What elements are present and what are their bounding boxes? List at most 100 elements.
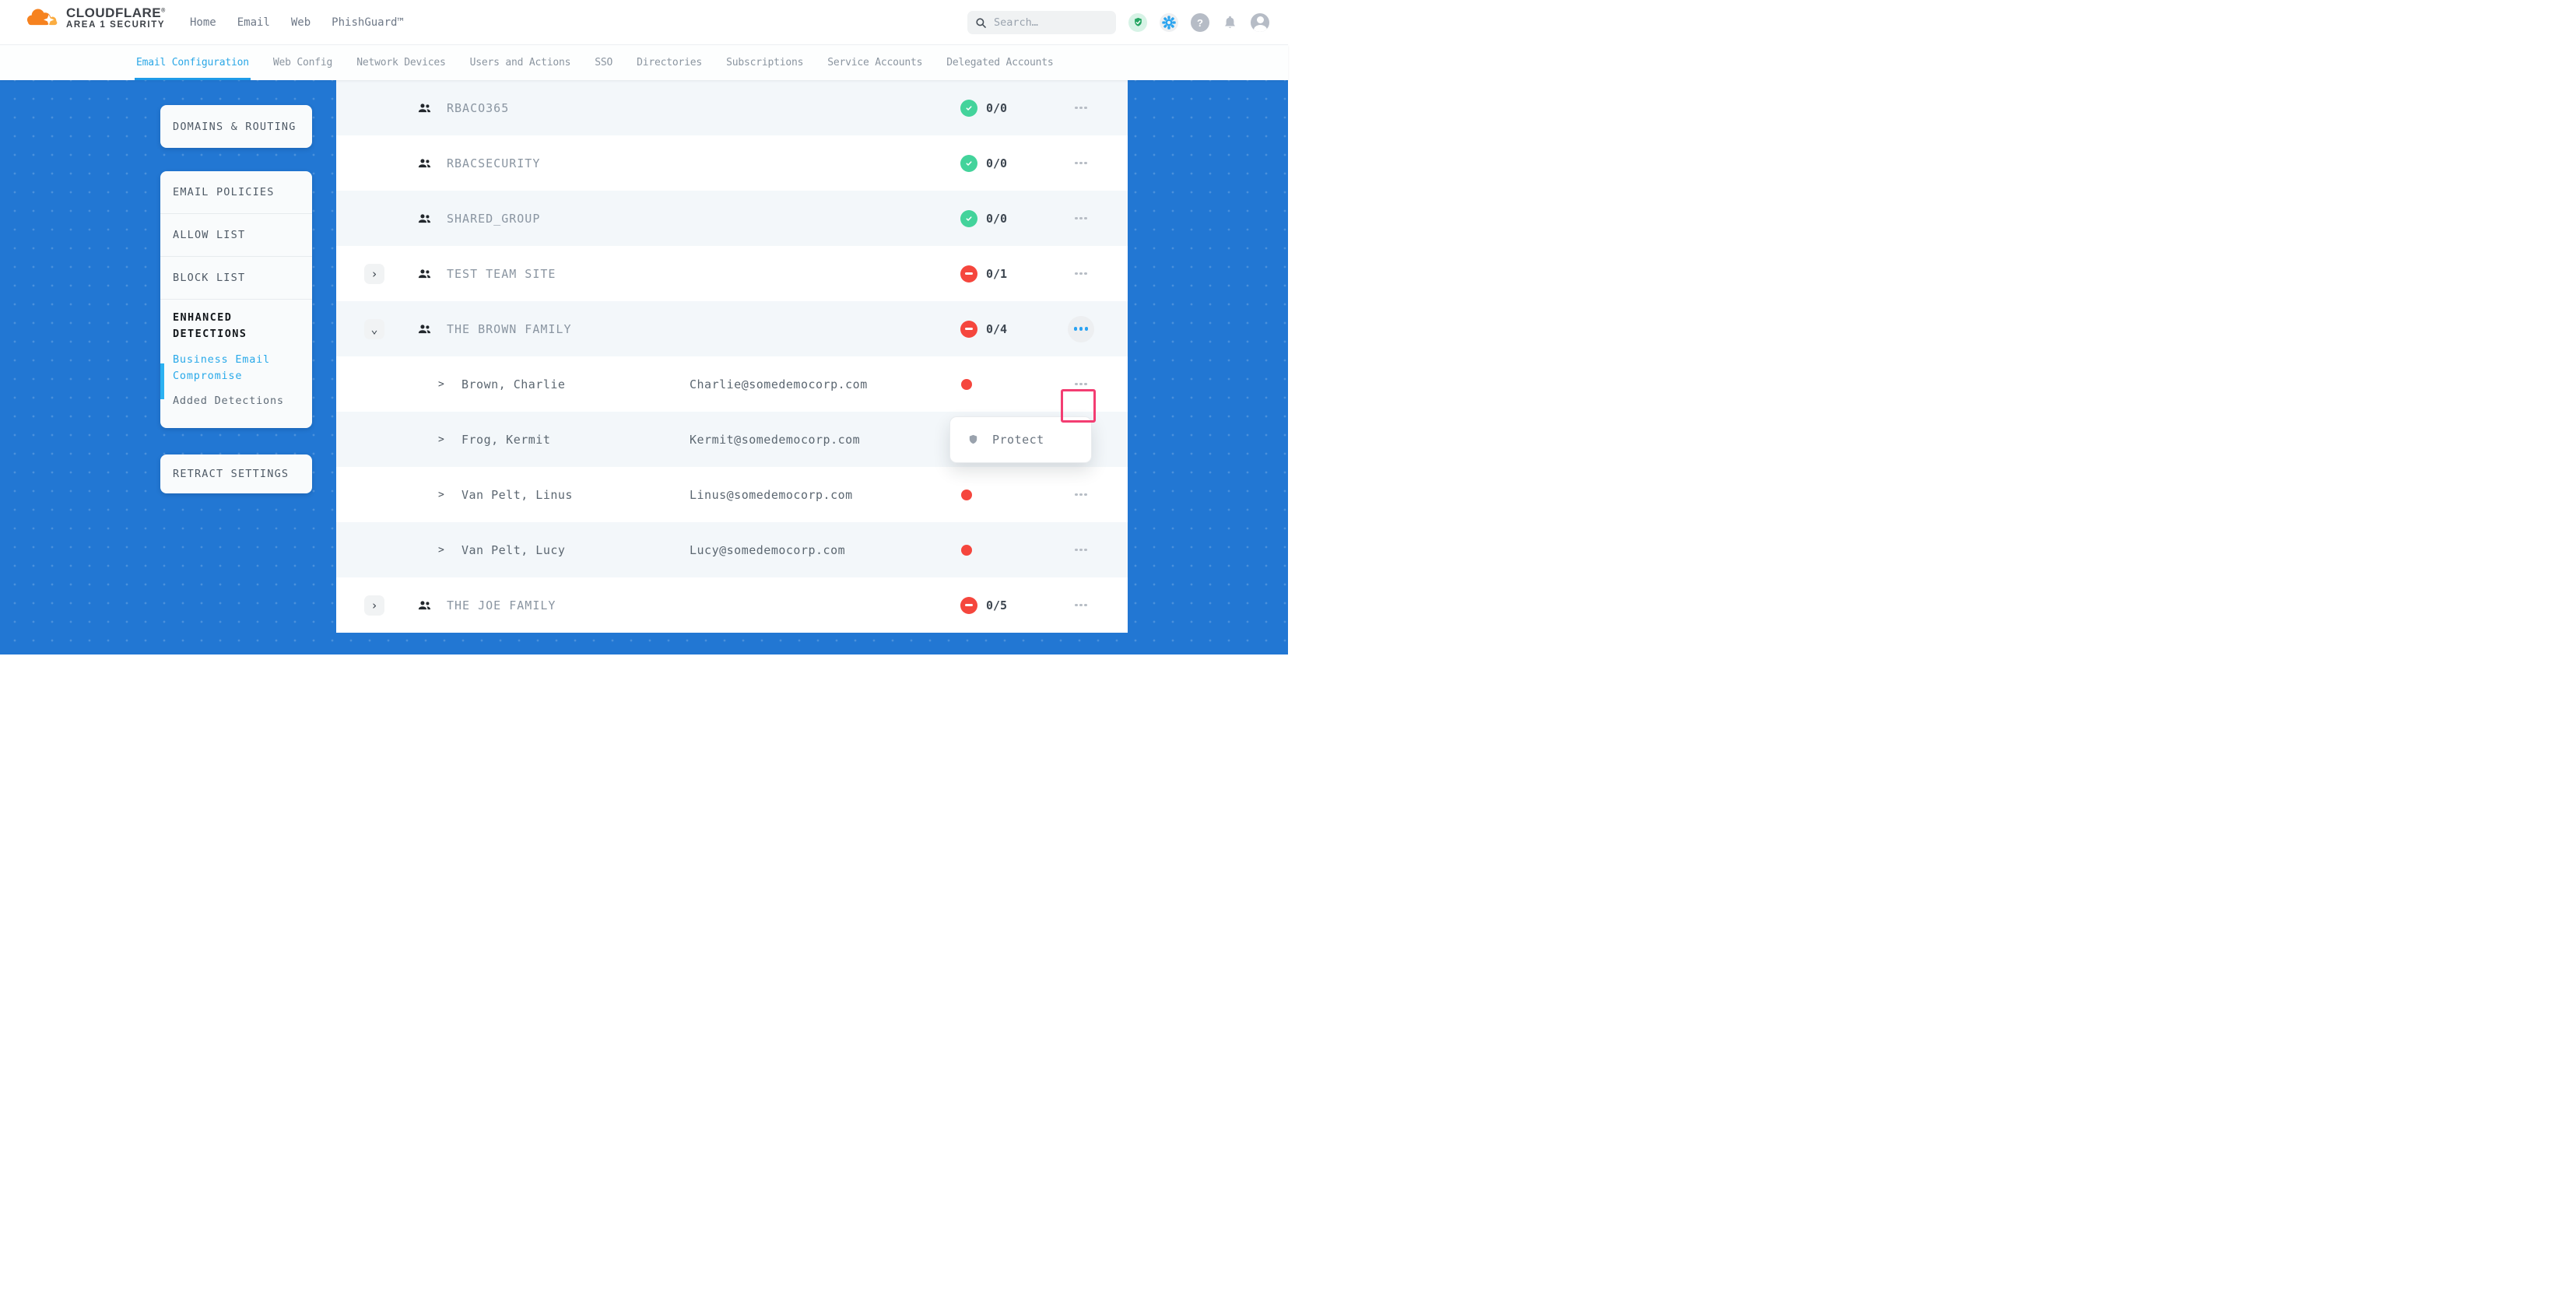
member-name: Van Pelt, Lucy xyxy=(462,543,565,557)
status-count: 0/0 xyxy=(986,101,1007,115)
shield-icon xyxy=(967,433,979,447)
config-tabbar: Email Configuration Web Config Network D… xyxy=(0,45,1288,80)
sidebar-card-policies: EMAIL POLICIES ALLOW LIST BLOCK LIST ENH… xyxy=(160,171,312,428)
row-menu-button[interactable] xyxy=(1068,150,1094,177)
search-input[interactable] xyxy=(994,16,1103,29)
group-icon xyxy=(418,268,431,279)
tab-subscriptions[interactable]: Subscriptions xyxy=(726,45,803,80)
nav-email[interactable]: Email xyxy=(237,16,270,29)
member-chevron[interactable]: > xyxy=(438,378,444,390)
sidebar-card-domains-routing[interactable]: DOMAINS & ROUTING xyxy=(160,105,312,148)
status-dot xyxy=(961,379,972,390)
group-name: SHARED_GROUP xyxy=(447,212,540,226)
member-name: Van Pelt, Linus xyxy=(462,488,573,502)
sidebar-item-added-detections[interactable]: Added Detections xyxy=(173,393,301,409)
top-header: CLOUDFLARE® AREA 1 SECURITY Home Email W… xyxy=(0,0,1288,45)
status-count: 0/0 xyxy=(986,212,1007,226)
tab-network-devices[interactable]: Network Devices xyxy=(356,45,445,80)
group-name: RBACO365 xyxy=(447,101,509,115)
cloudflare-cloud-icon xyxy=(26,5,63,31)
tab-directories[interactable]: Directories xyxy=(637,45,702,80)
table-row[interactable]: › THE JOE FAMILY 0/5 xyxy=(336,577,1128,633)
status-badge-ok xyxy=(960,100,977,117)
sidebar-item-retract-settings[interactable]: RETRACT SETTINGS xyxy=(160,468,289,480)
expand-button[interactable]: › xyxy=(364,264,384,284)
sidebar-item-enhanced-detections[interactable]: ENHANCED DETECTIONS xyxy=(173,310,274,342)
status-count: 0/0 xyxy=(986,156,1007,170)
cloudflare-logo: CLOUDFLARE® AREA 1 SECURITY xyxy=(26,5,166,31)
table-row[interactable]: > Van Pelt, Lucy Lucy@somedemocorp.com xyxy=(336,522,1128,577)
sidebar-item-business-email-compromise[interactable]: Business Email Compromise xyxy=(173,352,301,384)
group-name: TEST TEAM SITE xyxy=(447,267,556,281)
member-chevron[interactable]: > xyxy=(438,489,444,500)
member-chevron[interactable]: > xyxy=(438,433,444,445)
row-menu-button[interactable] xyxy=(1068,537,1094,563)
nav-home[interactable]: Home xyxy=(190,16,216,29)
brand-name: CLOUDFLARE® xyxy=(66,5,166,21)
shield-check-icon[interactable] xyxy=(1128,13,1147,32)
row-menu-button[interactable] xyxy=(1068,371,1094,398)
sidebar-item-email-policies[interactable]: EMAIL POLICIES xyxy=(160,171,312,214)
table-row[interactable]: > Van Pelt, Linus Linus@somedemocorp.com xyxy=(336,467,1128,522)
row-menu-button[interactable] xyxy=(1068,95,1094,121)
status-dot xyxy=(961,545,972,556)
status-badge-ok xyxy=(960,155,977,172)
group-icon xyxy=(418,158,431,169)
tab-service-accounts[interactable]: Service Accounts xyxy=(827,45,922,80)
sidebar-card-retract-settings[interactable]: RETRACT SETTINGS xyxy=(160,454,312,493)
member-email: Kermit@somedemocorp.com xyxy=(690,433,860,447)
header-icon-row: ? xyxy=(1128,13,1269,32)
status-dot xyxy=(961,490,972,500)
member-email: Charlie@somedemocorp.com xyxy=(690,377,868,391)
sidebar-item-block-list[interactable]: BLOCK LIST xyxy=(160,257,312,300)
tab-email-configuration[interactable]: Email Configuration xyxy=(136,45,249,80)
help-icon[interactable]: ? xyxy=(1191,13,1209,32)
row-context-menu: Protect xyxy=(949,416,1092,463)
content-area: DOMAINS & ROUTING EMAIL POLICIES ALLOW L… xyxy=(0,80,1288,654)
status-count: 0/5 xyxy=(986,598,1007,612)
expand-button[interactable]: › xyxy=(364,595,384,616)
table-row[interactable]: RBACSECURITY 0/0 xyxy=(336,135,1128,191)
row-menu-button[interactable] xyxy=(1068,482,1094,508)
member-email: Linus@somedemocorp.com xyxy=(690,488,853,502)
registered-mark: ® xyxy=(161,8,166,13)
tab-sso[interactable]: SSO xyxy=(595,45,612,80)
sidebar-item-allow-list[interactable]: ALLOW LIST xyxy=(160,214,312,257)
member-name: Brown, Charlie xyxy=(462,377,565,391)
bell-icon[interactable] xyxy=(1222,14,1238,31)
table-row[interactable]: › TEST TEAM SITE 0/1 xyxy=(336,246,1128,301)
row-menu-button-active[interactable] xyxy=(1068,316,1094,342)
group-icon xyxy=(418,213,431,224)
gear-icon[interactable] xyxy=(1160,13,1178,32)
status-count: 0/1 xyxy=(986,267,1007,281)
status-count: 0/4 xyxy=(986,322,1007,336)
tab-web-config[interactable]: Web Config xyxy=(273,45,332,80)
row-menu-button[interactable] xyxy=(1068,205,1094,232)
search-box[interactable] xyxy=(967,11,1116,34)
table-row[interactable]: > Brown, Charlie Charlie@somedemocorp.co… xyxy=(336,356,1128,412)
status-badge-blocked xyxy=(960,597,977,614)
brand-subtitle: AREA 1 SECURITY xyxy=(66,20,166,30)
member-name: Frog, Kermit xyxy=(462,433,550,447)
collapse-button[interactable]: ⌄ xyxy=(364,319,384,339)
tab-users-and-actions[interactable]: Users and Actions xyxy=(470,45,571,80)
tab-delegated-accounts[interactable]: Delegated Accounts xyxy=(946,45,1053,80)
member-chevron[interactable]: > xyxy=(438,544,444,556)
sidebar-item-domains-routing[interactable]: DOMAINS & ROUTING xyxy=(160,121,297,133)
user-avatar-icon[interactable] xyxy=(1251,13,1269,32)
row-menu-button[interactable] xyxy=(1068,261,1094,287)
nav-phishguard[interactable]: PhishGuard™ xyxy=(332,16,404,29)
group-name: THE JOE FAMILY xyxy=(447,598,556,612)
search-icon xyxy=(975,17,987,29)
group-name: RBACSECURITY xyxy=(447,156,540,170)
nav-web[interactable]: Web xyxy=(291,16,311,29)
row-menu-button[interactable] xyxy=(1068,592,1094,619)
table-row[interactable]: RBACO365 0/0 xyxy=(336,80,1128,135)
status-badge-blocked xyxy=(960,321,977,338)
table-row[interactable]: ⌄ THE BROWN FAMILY 0/4 xyxy=(336,301,1128,356)
member-email: Lucy@somedemocorp.com xyxy=(690,543,845,557)
group-icon xyxy=(418,103,431,114)
primary-nav: Home Email Web PhishGuard™ xyxy=(190,0,404,45)
table-row[interactable]: SHARED_GROUP 0/0 xyxy=(336,191,1128,246)
menu-item-protect[interactable]: Protect xyxy=(992,433,1044,447)
